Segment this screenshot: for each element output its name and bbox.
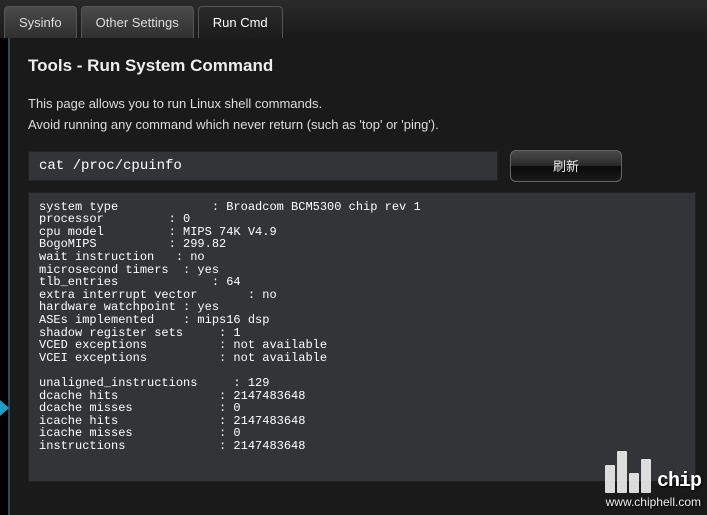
refresh-button[interactable]: 刷新 <box>510 150 622 182</box>
content-panel: Tools - Run System Command This page all… <box>8 38 707 515</box>
tab-run-cmd[interactable]: Run Cmd <box>198 6 283 38</box>
command-row: 刷新 <box>28 150 689 182</box>
command-output: system type : Broadcom BCM5300 chip rev … <box>28 192 696 482</box>
command-input[interactable] <box>28 151 498 181</box>
page-title: Tools - Run System Command <box>28 56 689 76</box>
page-description: This page allows you to run Linux shell … <box>28 94 689 136</box>
tab-other-settings[interactable]: Other Settings <box>81 6 194 38</box>
tab-bar: Sysinfo Other Settings Run Cmd <box>0 0 707 38</box>
tab-sysinfo[interactable]: Sysinfo <box>4 6 77 38</box>
expand-arrow-icon[interactable] <box>0 400 9 416</box>
desc-line-1: This page allows you to run Linux shell … <box>28 94 689 115</box>
desc-line-2: Avoid running any command which never re… <box>28 115 689 136</box>
